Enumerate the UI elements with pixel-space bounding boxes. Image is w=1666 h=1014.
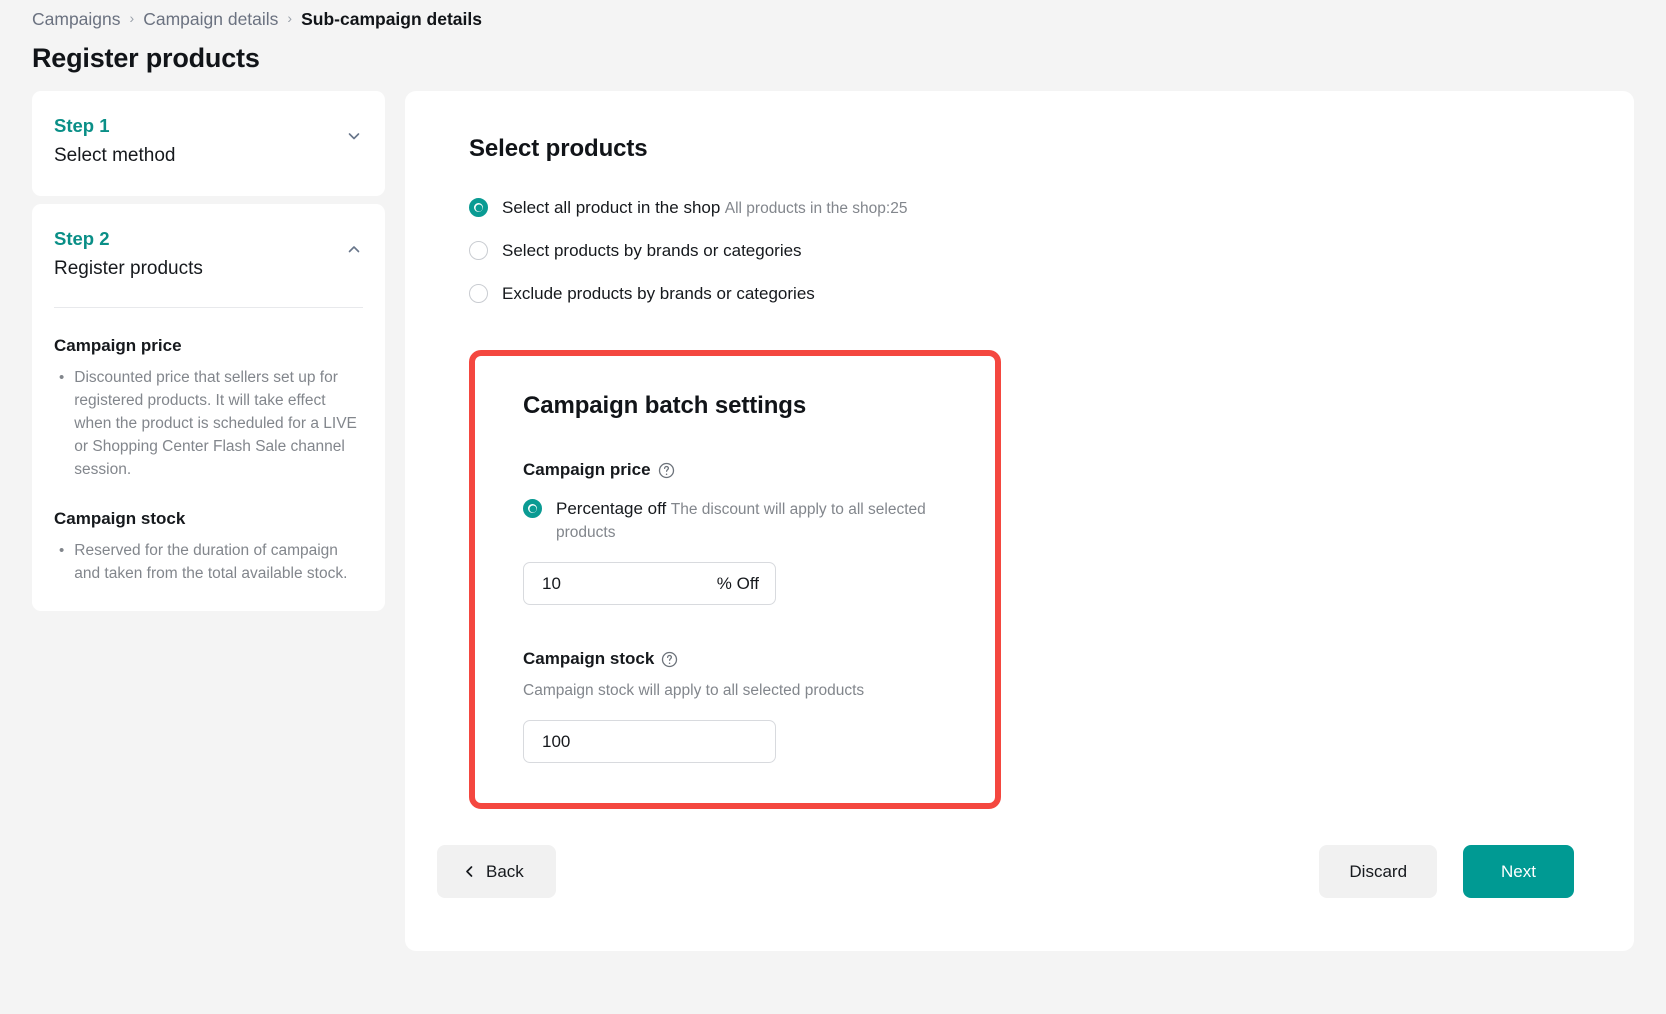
step-2-header[interactable]: Step 2 Register products — [54, 226, 363, 283]
breadcrumb-separator-icon: › — [130, 5, 135, 31]
bullet-icon: • — [59, 366, 64, 481]
radio-option-label: Select all product in the shop — [502, 198, 720, 217]
back-button-label: Back — [486, 860, 524, 884]
panel-footer: Back Discard Next — [405, 809, 1634, 898]
campaign-stock-input-value: 100 — [542, 730, 759, 754]
step-1-header[interactable]: Step 1 Select method — [54, 113, 363, 170]
percentage-off-input[interactable]: 10 % Off — [523, 562, 776, 605]
chevron-down-icon[interactable] — [345, 127, 363, 145]
bullet-icon: • — [59, 539, 64, 585]
help-list: • Discounted price that sellers set up f… — [54, 366, 363, 481]
campaign-batch-settings-card: Campaign batch settings Campaign price — [469, 350, 1001, 809]
page-header: Campaigns › Campaign details › Sub-campa… — [0, 0, 1666, 76]
batch-campaign-stock-field: Campaign stock Campaign stock will apply… — [523, 647, 955, 763]
radio-option-exclude-by-brands[interactable]: Exclude products by brands or categories — [469, 281, 1574, 306]
campaign-stock-sublabel: Campaign stock will apply to all selecte… — [523, 679, 955, 702]
help-group-title: Campaign price — [54, 334, 363, 358]
step-2-divider — [54, 307, 363, 308]
radio-option-label: Percentage off — [556, 499, 666, 518]
page-layout: Step 1 Select method Step 2 Register pro… — [0, 76, 1666, 951]
product-selection-radio-group[interactable]: Select all product in the shop All produ… — [469, 195, 1574, 306]
radio-option-label: Exclude products by brands or categories — [502, 284, 815, 303]
discard-button[interactable]: Discard — [1319, 845, 1437, 898]
batch-settings-title: Campaign batch settings — [523, 390, 955, 422]
campaign-price-label: Campaign price — [523, 458, 651, 482]
radio-button-unselected[interactable] — [469, 241, 488, 260]
question-circle-icon[interactable] — [658, 462, 675, 479]
campaign-stock-input[interactable]: 100 — [523, 720, 776, 763]
chevron-up-icon[interactable] — [345, 240, 363, 258]
radio-option-select-by-brands[interactable]: Select products by brands or categories — [469, 238, 1574, 263]
radio-option-text: Select products by brands or categories — [502, 238, 802, 263]
step-1-text: Step 1 Select method — [54, 113, 175, 170]
step-2-label: Step 2 — [54, 226, 203, 252]
campaign-stock-label-row: Campaign stock — [523, 647, 955, 671]
breadcrumb-item-campaigns[interactable]: Campaigns — [32, 6, 121, 32]
help-list-item-text: Discounted price that sellers set up for… — [74, 366, 363, 481]
step-2-name: Register products — [54, 255, 203, 283]
radio-option-label: Select products by brands or categories — [502, 241, 802, 260]
step-1-label: Step 1 — [54, 113, 175, 139]
select-products-title: Select products — [469, 133, 1574, 165]
radio-button-unselected[interactable] — [469, 284, 488, 303]
radio-option-text: Select all product in the shop All produ… — [502, 195, 907, 220]
discard-button-label: Discard — [1349, 860, 1407, 884]
back-button[interactable]: Back — [437, 845, 556, 898]
breadcrumb-separator-icon: › — [287, 5, 292, 31]
radio-option-select-all[interactable]: Select all product in the shop All produ… — [469, 195, 1574, 220]
radio-button-selected[interactable] — [469, 198, 488, 217]
main-panel: Select products Select all product in th… — [405, 91, 1634, 951]
help-list-item-text: Reserved for the duration of campaign an… — [74, 539, 363, 585]
help-list-item: • Discounted price that sellers set up f… — [54, 366, 363, 481]
percentage-off-input-suffix: % Off — [717, 572, 759, 596]
breadcrumb-item-sub-campaign-details[interactable]: Sub-campaign details — [301, 6, 482, 32]
percentage-off-input-value: 10 — [542, 572, 717, 596]
breadcrumb-item-campaign-details[interactable]: Campaign details — [143, 6, 278, 32]
help-group-title: Campaign stock — [54, 507, 363, 531]
step-1-name: Select method — [54, 142, 175, 170]
radio-button-selected[interactable] — [523, 499, 542, 518]
step-card-2[interactable]: Step 2 Register products Campaign price … — [32, 204, 385, 611]
question-circle-icon[interactable] — [661, 651, 678, 668]
radio-option-sublabel: All products in the shop:25 — [725, 200, 908, 217]
footer-actions: Discard Next — [1319, 845, 1574, 898]
steps-sidebar: Step 1 Select method Step 2 Register pro… — [32, 91, 385, 611]
next-button-label: Next — [1501, 860, 1536, 884]
next-button[interactable]: Next — [1463, 845, 1574, 898]
batch-campaign-price-field: Campaign price Percentage off — [523, 458, 955, 605]
chevron-left-icon — [463, 865, 476, 878]
help-group-campaign-stock: Campaign stock • Reserved for the durati… — [54, 507, 363, 585]
help-list: • Reserved for the duration of campaign … — [54, 539, 363, 585]
radio-option-text: Percentage off The discount will apply t… — [556, 496, 955, 544]
step-2-text: Step 2 Register products — [54, 226, 203, 283]
radio-option-text: Exclude products by brands or categories — [502, 281, 815, 306]
radio-option-percentage-off[interactable]: Percentage off The discount will apply t… — [523, 496, 955, 544]
campaign-stock-label: Campaign stock — [523, 647, 654, 671]
step-card-1[interactable]: Step 1 Select method — [32, 91, 385, 196]
help-list-item: • Reserved for the duration of campaign … — [54, 539, 363, 585]
help-group-campaign-price: Campaign price • Discounted price that s… — [54, 334, 363, 481]
breadcrumb: Campaigns › Campaign details › Sub-campa… — [32, 6, 1666, 32]
campaign-price-label-row: Campaign price — [523, 458, 955, 482]
page-title: Register products — [32, 40, 1666, 76]
main-panel-content: Select products Select all product in th… — [405, 133, 1634, 809]
